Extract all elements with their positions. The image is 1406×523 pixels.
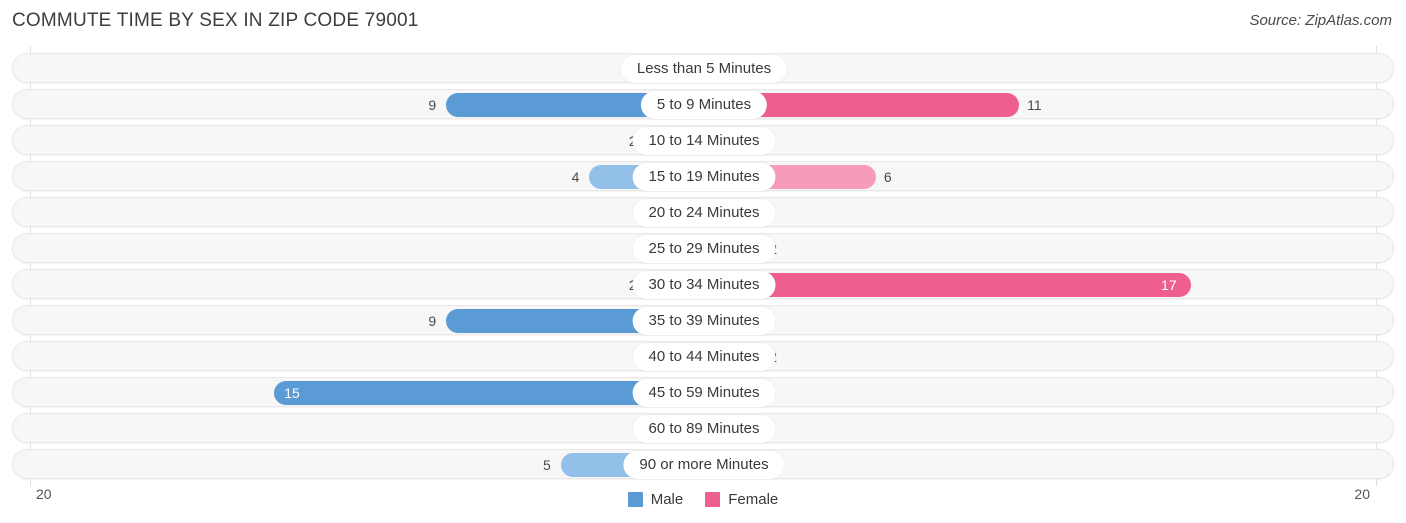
chart-header: COMMUTE TIME BY SEX IN ZIP CODE 79001 So…: [0, 0, 1406, 46]
legend-swatch-icon: [705, 491, 721, 507]
category-label-pill: 10 to 14 Minutes: [632, 127, 776, 155]
category-label-pill: 60 to 89 Minutes: [632, 415, 776, 443]
source-attribution: Source: ZipAtlas.com: [1249, 12, 1392, 29]
chart-legend: Male Female: [0, 487, 1406, 511]
value-label-female: 11: [1027, 97, 1042, 113]
legend-label: Male: [650, 490, 684, 508]
legend-swatch-icon: [627, 491, 643, 507]
bar-row: 9 11 5 to 9 Minutes: [12, 89, 1394, 119]
bar-row: 9035 to 39 Minutes: [12, 305, 1394, 335]
bar-row: 4 6 15 to 19 Minutes: [12, 161, 1394, 191]
legend-item-male[interactable]: Male: [627, 490, 684, 508]
bar-row: 2010 to 14 Minutes: [12, 125, 1394, 155]
category-label-pill: 45 to 59 Minutes: [632, 379, 776, 407]
page-title: COMMUTE TIME BY SEX IN ZIP CODE 79001: [12, 10, 419, 31]
bar-row: 15145 to 59 Minutes: [12, 377, 1394, 407]
category-label-pill: 90 or more Minutes: [623, 451, 785, 479]
legend-item-female[interactable]: Female: [705, 491, 778, 508]
category-label-pill: 40 to 44 Minutes: [632, 343, 776, 371]
category-label-pill: 35 to 39 Minutes: [632, 307, 776, 335]
bar-row: 0060 to 89 Minutes: [12, 413, 1394, 443]
chart-plot-area: 12Less than 5 Minutes 9 11 5 to 9 Minutes 20…: [0, 46, 1406, 486]
category-label-pill: 15 to 19 Minutes: [632, 163, 776, 191]
value-label-male: 5: [542, 457, 551, 473]
value-label-female: 17: [1161, 277, 1177, 293]
bar-row: 0240 to 44 Minutes: [12, 341, 1394, 371]
legend-label: Female: [728, 490, 779, 508]
category-label-pill: 5 to 9 Minutes: [640, 91, 768, 119]
value-label-male: 9: [428, 97, 437, 113]
category-label-pill: 20 to 24 Minutes: [632, 199, 776, 227]
bar-row: 1020 to 24 Minutes: [12, 197, 1394, 227]
bar-row: 5190 or more Minutes: [12, 449, 1394, 479]
value-label-female: 6: [883, 169, 892, 185]
bar-row: 12Less than 5 Minutes: [12, 53, 1394, 83]
category-label-pill: Less than 5 Minutes: [620, 55, 788, 83]
value-label-male: 15: [284, 385, 300, 401]
bar-row: 0225 to 29 Minutes: [12, 233, 1394, 263]
value-label-male: 4: [571, 169, 580, 185]
value-label-male: 9: [428, 313, 437, 329]
bar-female: [704, 273, 1192, 297]
category-label-pill: 30 to 34 Minutes: [632, 271, 776, 299]
bar-row: 21730 to 34 Minutes: [12, 269, 1394, 299]
category-label-pill: 25 to 29 Minutes: [632, 235, 776, 263]
